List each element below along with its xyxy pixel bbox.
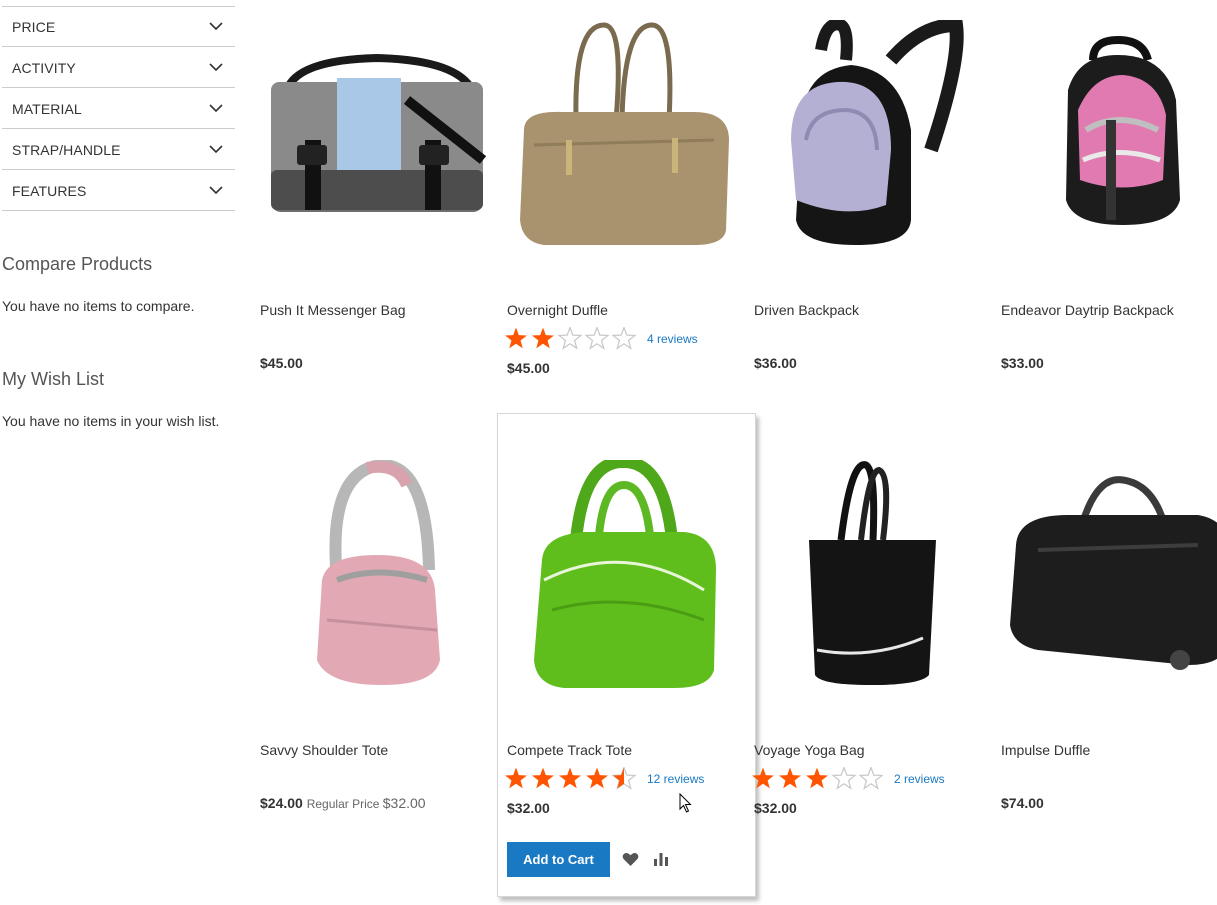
product-item: Push It Messenger Bag $45.00 bbox=[257, 20, 492, 460]
star-full-icon bbox=[779, 767, 801, 789]
filter-activity[interactable]: ACTIVITY bbox=[2, 48, 235, 88]
product-name[interactable]: Savvy Shoulder Tote bbox=[260, 742, 388, 758]
product-image-shoulder-tote[interactable] bbox=[257, 460, 492, 730]
star-full-icon bbox=[532, 327, 554, 349]
star-full-icon bbox=[505, 767, 527, 789]
product-price: $45.00 bbox=[260, 355, 303, 371]
reviews-link[interactable]: 4 reviews bbox=[647, 332, 698, 346]
filter-label: MATERIAL bbox=[12, 101, 82, 117]
add-to-cart-button[interactable]: Add to Cart bbox=[507, 842, 610, 877]
star-empty-icon bbox=[584, 327, 610, 350]
regular-price: Regular Price $32.00 bbox=[306, 795, 426, 811]
product-name[interactable]: Driven Backpack bbox=[754, 302, 859, 318]
rating-stars bbox=[505, 327, 637, 350]
filter-label: ACTIVITY bbox=[12, 60, 76, 76]
product-image-messenger-bag[interactable] bbox=[257, 20, 492, 290]
product-price: $32.00 bbox=[507, 800, 550, 816]
star-full-icon bbox=[586, 767, 608, 789]
filter-label: FEATURES bbox=[12, 183, 87, 199]
product-image-duffle[interactable] bbox=[504, 20, 739, 290]
star-empty-icon bbox=[831, 767, 857, 790]
mouse-cursor-icon bbox=[679, 793, 692, 813]
product-name[interactable]: Impulse Duffle bbox=[1001, 742, 1090, 758]
product-image-backpack[interactable] bbox=[751, 20, 986, 290]
star-empty-icon bbox=[611, 327, 637, 350]
star-full-icon bbox=[532, 767, 554, 789]
filter-price[interactable]: PRICE bbox=[2, 7, 235, 47]
product-item: Overnight Duffle 4 reviews $45.00 bbox=[504, 20, 739, 460]
filter-features[interactable]: FEATURES bbox=[2, 171, 235, 211]
product-price: $24.00 bbox=[260, 795, 303, 811]
filter-material[interactable]: MATERIAL bbox=[2, 89, 235, 129]
wishlist-empty-text: You have no items in your wish list. bbox=[2, 413, 220, 429]
product-price: $33.00 bbox=[1001, 355, 1044, 371]
product-name[interactable]: Voyage Yoga Bag bbox=[754, 742, 865, 758]
rating-stars bbox=[752, 767, 884, 790]
product-image-daytrip-backpack[interactable] bbox=[998, 20, 1217, 290]
filter-label: STRAP/HANDLE bbox=[12, 142, 121, 158]
compare-title: Compare Products bbox=[2, 254, 153, 274]
regular-price-amount: $32.00 bbox=[382, 795, 426, 811]
product-item: Driven Backpack $36.00 bbox=[751, 20, 986, 460]
product-price: $32.00 bbox=[754, 800, 797, 816]
reviews-link[interactable]: 12 reviews bbox=[647, 772, 704, 786]
product-image-track-tote[interactable] bbox=[504, 460, 739, 730]
chevron-down-icon bbox=[209, 104, 223, 113]
chevron-down-icon bbox=[209, 186, 223, 195]
product-image-yoga-bag[interactable] bbox=[751, 460, 986, 730]
star-empty-icon bbox=[858, 767, 884, 790]
star-full-icon bbox=[505, 327, 527, 349]
product-item: Compete Track Tote 12 reviews $32.00 bbox=[504, 460, 739, 900]
product-name[interactable]: Push It Messenger Bag bbox=[260, 302, 406, 318]
product-item: Voyage Yoga Bag 2 reviews $32.00 bbox=[751, 460, 986, 900]
compare-icon[interactable] bbox=[653, 851, 669, 866]
star-full-icon bbox=[752, 767, 774, 789]
product-name[interactable]: Endeavor Daytrip Backpack bbox=[1001, 302, 1174, 318]
compare-empty-text: You have no items to compare. bbox=[2, 298, 195, 314]
chevron-down-icon bbox=[209, 22, 223, 31]
chevron-down-icon bbox=[209, 145, 223, 154]
heart-icon[interactable] bbox=[622, 852, 639, 867]
product-image-impulse-duffle[interactable] bbox=[998, 460, 1217, 730]
product-price: $45.00 bbox=[507, 360, 550, 376]
filter-strap-handle[interactable]: STRAP/HANDLE bbox=[2, 130, 235, 170]
product-name[interactable]: Compete Track Tote bbox=[507, 742, 632, 758]
product-price-block: $24.00 Regular Price $32.00 bbox=[260, 795, 426, 811]
star-full-icon bbox=[559, 767, 581, 789]
product-price: $36.00 bbox=[754, 355, 797, 371]
product-item: Endeavor Daytrip Backpack $33.00 bbox=[998, 20, 1217, 460]
regular-price-label: Regular Price bbox=[306, 797, 380, 811]
star-empty-icon bbox=[557, 327, 583, 350]
reviews-link[interactable]: 2 reviews bbox=[894, 772, 945, 786]
filter-label: PRICE bbox=[12, 19, 56, 35]
product-name[interactable]: Overnight Duffle bbox=[507, 302, 608, 318]
rating-stars bbox=[505, 767, 637, 790]
star-full-icon bbox=[806, 767, 828, 789]
chevron-down-icon bbox=[209, 63, 223, 72]
wishlist-title: My Wish List bbox=[2, 369, 105, 389]
product-price: $74.00 bbox=[1001, 795, 1044, 811]
product-item: Savvy Shoulder Tote $24.00 Regular Price… bbox=[257, 460, 492, 900]
product-item: Impulse Duffle $74.00 bbox=[998, 460, 1217, 900]
